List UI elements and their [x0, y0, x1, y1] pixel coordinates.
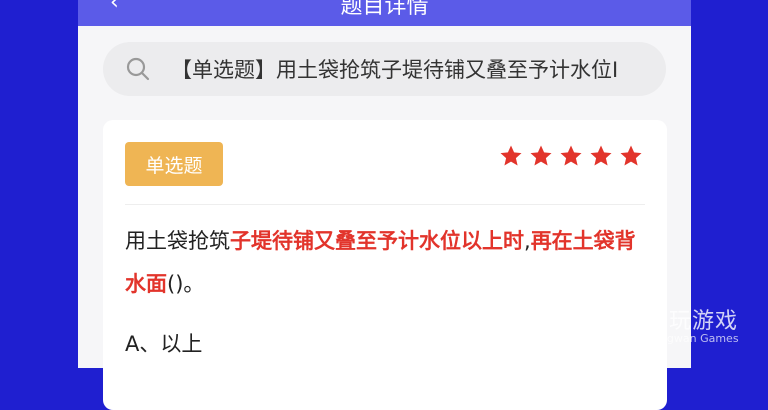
star-icon: [620, 145, 642, 166]
difficulty-rating: [499, 144, 643, 168]
rengwan-logo-icon: [594, 307, 632, 341]
question-card: 单选题 用土袋抢筑子堤待铺又叠至予计水位以上时,再在土袋背水面()。 A、以上: [103, 120, 667, 410]
star-icon: [530, 145, 552, 166]
question-plain-mid: ,: [524, 229, 531, 253]
question-highlight: 子堤待铺又叠至予计水位以上时: [230, 229, 524, 253]
watermark: 仍玩游戏 Rengwan Games: [592, 303, 762, 353]
star-icon: [590, 145, 612, 166]
divider: [125, 204, 645, 205]
app-header: ‹ 题目详情: [78, 0, 691, 26]
page-title: 题目详情: [340, 0, 429, 19]
question-type-badge: 单选题: [125, 142, 223, 186]
question-text: 用土袋抢筑子堤待铺又叠至予计水位以上时,再在土袋背水面()。: [125, 220, 645, 306]
star-icon: [500, 145, 522, 166]
answer-option-a[interactable]: A、以上: [125, 328, 202, 358]
search-icon: [126, 57, 150, 81]
star-icon: [560, 145, 582, 166]
watermark-name: 仍玩游戏: [646, 309, 739, 334]
question-plain-prefix: 用土袋抢筑: [125, 229, 230, 253]
watermark-name-en: Rengwan Games: [646, 332, 739, 345]
search-query: 【单选题】用土袋抢筑子堤待铺又叠至予计水位I: [171, 58, 619, 82]
question-plain-suffix: ()。: [167, 272, 205, 296]
search-bar[interactable]: 【单选题】用土袋抢筑子堤待铺又叠至予计水位I: [103, 42, 666, 96]
